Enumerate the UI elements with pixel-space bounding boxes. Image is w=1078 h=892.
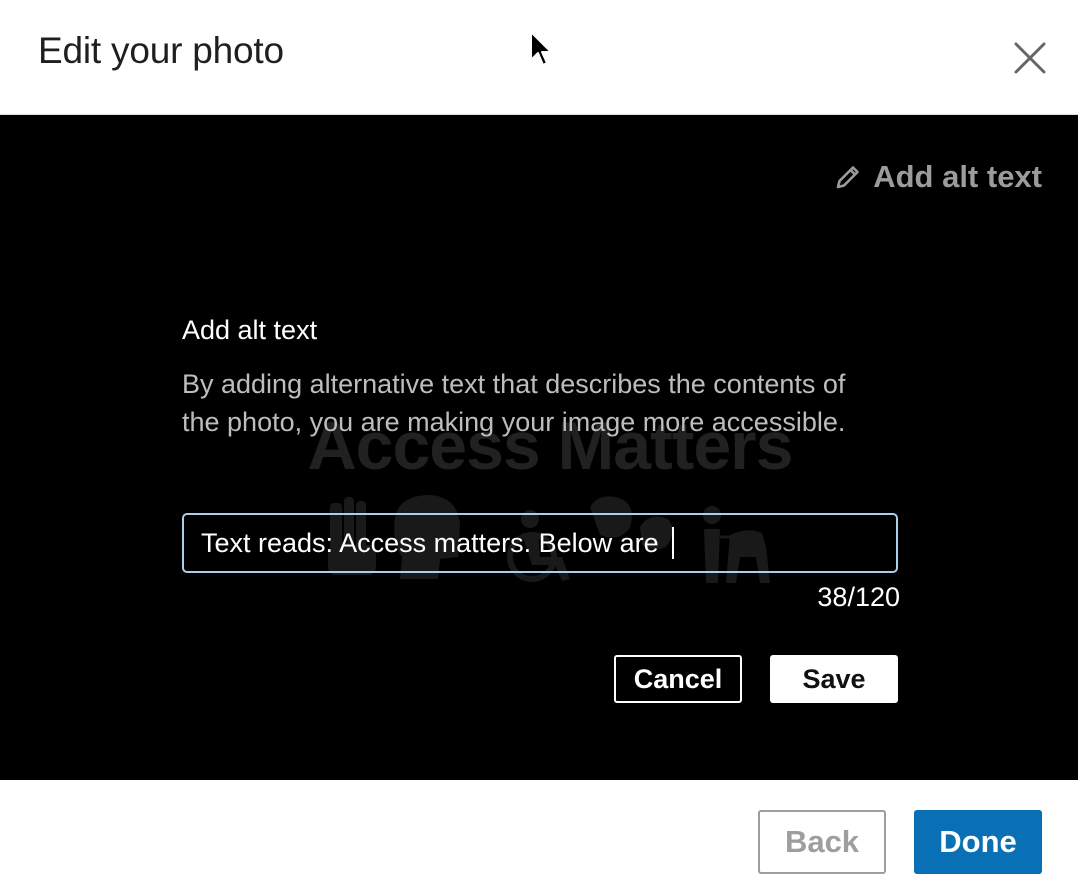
character-counter: 38/120 <box>817 582 900 612</box>
text-caret <box>672 527 675 559</box>
alt-text-description: By adding alternative text that describe… <box>182 369 846 437</box>
cancel-button[interactable]: Cancel <box>614 655 742 703</box>
alt-text-input[interactable]: Text reads: Access matters. Below are <box>182 513 898 573</box>
photo-editor-stage: Add alt text Access Matters Add alt text… <box>0 115 1078 780</box>
alt-text-input-value: Text reads: Access matters. Below are <box>201 527 667 558</box>
add-alt-text-link[interactable]: Add alt text <box>833 159 1042 195</box>
dialog-header: Edit your photo <box>0 0 1078 115</box>
add-alt-text-link-label: Add alt text <box>873 159 1042 194</box>
done-button[interactable]: Done <box>914 810 1042 874</box>
save-button[interactable]: Save <box>770 655 898 703</box>
pencil-icon <box>836 166 860 189</box>
close-button[interactable] <box>1008 36 1052 80</box>
close-icon <box>1014 42 1046 74</box>
dialog-title: Edit your photo <box>38 30 284 71</box>
dialog-footer: Back Done <box>0 780 1078 892</box>
alt-text-heading: Add alt text <box>182 315 318 345</box>
mouse-pointer-icon <box>530 31 552 66</box>
back-button[interactable]: Back <box>758 810 886 874</box>
